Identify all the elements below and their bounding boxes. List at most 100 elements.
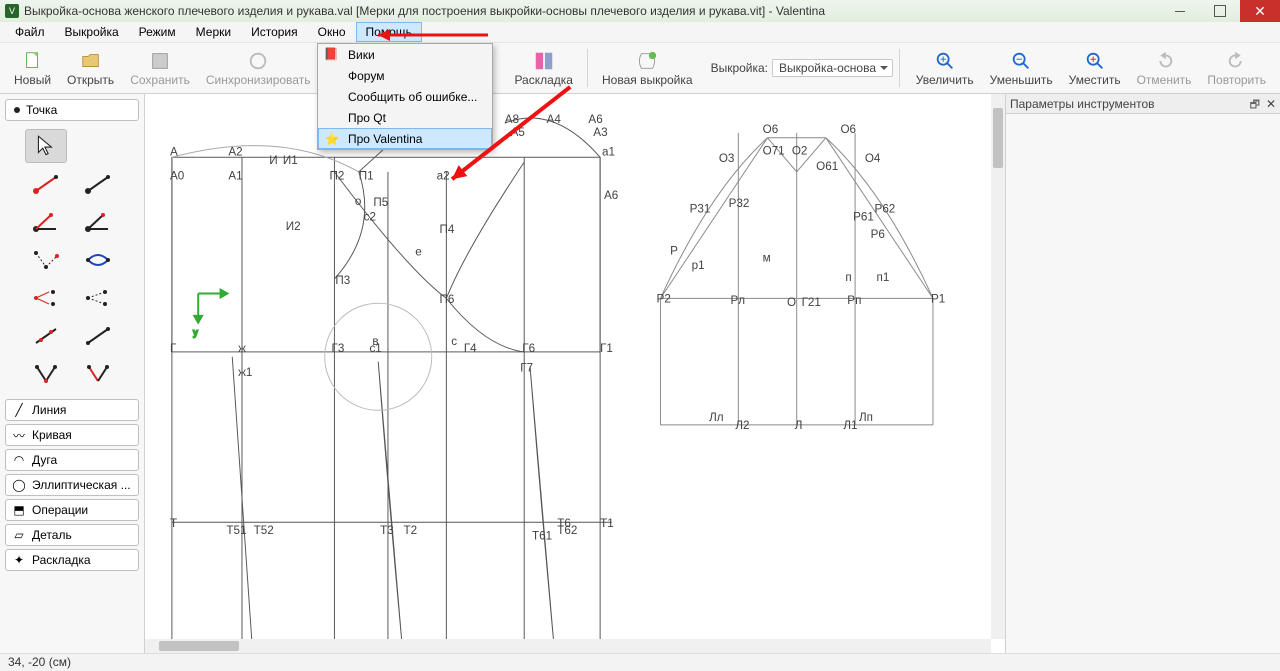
- svg-text:Т61: Т61: [532, 530, 552, 543]
- svg-text:О3: О3: [719, 152, 735, 165]
- svg-text:Г6: Г6: [522, 342, 535, 355]
- maximize-button[interactable]: [1200, 0, 1240, 22]
- svg-text:Г4: Г4: [464, 342, 477, 355]
- tool-angle-black[interactable]: [77, 205, 119, 239]
- menu-window[interactable]: Окно: [308, 22, 356, 42]
- cat-arc[interactable]: ◠Дуга: [5, 449, 139, 471]
- arc-icon: ◠: [12, 453, 26, 467]
- star-icon: ⭐: [324, 131, 340, 147]
- vertical-scrollbar[interactable]: [991, 94, 1005, 639]
- svg-text:О71: О71: [763, 144, 785, 157]
- svg-text:Р32: Р32: [729, 197, 750, 210]
- svg-text:Т51: Т51: [226, 524, 246, 537]
- toolbox-header[interactable]: Точка: [5, 99, 139, 121]
- menu-item-about-qt[interactable]: Про Qt: [318, 107, 492, 128]
- titlebar: V Выкройка-основа женского плечевого изд…: [0, 0, 1280, 22]
- svg-text:Г: Г: [170, 342, 177, 355]
- app-icon: V: [5, 4, 19, 18]
- tool-v-shape[interactable]: [25, 357, 67, 391]
- tool-line-black[interactable]: [77, 167, 119, 201]
- ellipse-icon: ◯: [12, 478, 26, 492]
- tool-shape-blue[interactable]: [77, 243, 119, 277]
- svg-text:Р: Р: [670, 245, 678, 258]
- svg-text:Т2: Т2: [404, 524, 418, 537]
- svg-text:Р6: Р6: [871, 228, 885, 241]
- cat-operations[interactable]: ⬒Операции: [5, 499, 139, 521]
- canvas-area[interactable]: y: [145, 94, 1005, 653]
- svg-text:Г1: Г1: [600, 342, 613, 355]
- svg-text:П1: П1: [359, 170, 374, 183]
- menu-file[interactable]: Файл: [5, 22, 55, 42]
- svg-text:А8: А8: [505, 113, 519, 126]
- svg-text:е: е: [415, 246, 421, 259]
- svg-text:y: y: [193, 327, 198, 337]
- cat-detail[interactable]: ▱Деталь: [5, 524, 139, 546]
- zoom-fit-button[interactable]: Уместить: [1061, 49, 1129, 88]
- menu-help[interactable]: Помощь: [356, 22, 422, 42]
- cat-elliptical[interactable]: ◯Эллиптическая ...: [5, 474, 139, 496]
- curve-icon: 〰: [12, 428, 26, 442]
- help-dropdown: 📕Вики Форум Сообщить об ошибке... Про Qt…: [317, 43, 493, 150]
- svg-text:ж1: ж1: [238, 366, 252, 379]
- pattern-label: Выкройка:: [711, 61, 768, 75]
- zoom-in-button[interactable]: Увеличить: [908, 49, 982, 88]
- menu-history[interactable]: История: [241, 22, 308, 42]
- layout-button[interactable]: Раскладка: [506, 49, 581, 88]
- menu-measurements[interactable]: Мерки: [186, 22, 241, 42]
- svg-text:Лл: Лл: [709, 411, 723, 424]
- svg-text:А3: А3: [593, 126, 607, 139]
- svg-text:п: п: [845, 271, 851, 284]
- svg-text:с2: с2: [364, 211, 376, 224]
- horizontal-scrollbar[interactable]: [145, 639, 991, 653]
- menu-pattern[interactable]: Выкройка: [55, 22, 129, 42]
- params-panel: Параметры инструментов🗗 ✕: [1005, 94, 1280, 653]
- tool-pointer[interactable]: [25, 129, 67, 163]
- sync-button[interactable]: Синхронизировать: [198, 49, 319, 88]
- tool-diag-black[interactable]: [77, 319, 119, 353]
- svg-text:Т52: Т52: [254, 524, 274, 537]
- svg-text:Т1: Т1: [600, 517, 614, 530]
- menu-item-forum[interactable]: Форум: [318, 65, 492, 86]
- undo-button[interactable]: Отменить: [1129, 49, 1200, 88]
- pattern-combo[interactable]: Выкройка-основа: [772, 59, 893, 77]
- tool-branch-red[interactable]: [25, 281, 67, 315]
- svg-text:П2: П2: [330, 170, 345, 183]
- svg-text:А1: А1: [228, 170, 242, 183]
- svg-text:П5: П5: [373, 196, 388, 209]
- tool-angle-red[interactable]: [25, 205, 67, 239]
- svg-text:Л: Л: [795, 419, 803, 432]
- close-button[interactable]: ✕: [1240, 0, 1280, 22]
- menu-mode[interactable]: Режим: [129, 22, 186, 42]
- cat-curve[interactable]: 〰Кривая: [5, 424, 139, 446]
- tool-diag-dots[interactable]: [25, 319, 67, 353]
- tool-poly-dash[interactable]: [25, 243, 67, 277]
- main-toolbar: Новый Открыть Сохранить Синхронизировать…: [0, 43, 1280, 94]
- window-title: Выкройка-основа женского плечевого издел…: [24, 4, 1160, 18]
- svg-text:П3: П3: [335, 274, 350, 287]
- tool-branch-dash[interactable]: [77, 281, 119, 315]
- tool-line-red[interactable]: [25, 167, 67, 201]
- cat-line[interactable]: ╱Линия: [5, 399, 139, 421]
- line-icon: ╱: [12, 403, 26, 417]
- svg-text:П4: П4: [440, 223, 455, 236]
- pin-icon[interactable]: 🗗: [1250, 96, 1260, 115]
- svg-text:А0: А0: [170, 170, 185, 183]
- open-button[interactable]: Открыть: [59, 49, 122, 88]
- menu-item-about-valentina[interactable]: ⭐Про Valentina: [318, 128, 492, 149]
- new-pattern-button[interactable]: Новая выкройка: [594, 49, 701, 88]
- svg-text:о: о: [355, 195, 361, 208]
- svg-text:ж: ж: [238, 342, 246, 355]
- pattern-selector: Выкройка: Выкройка-основа: [711, 59, 893, 77]
- svg-text:А2: А2: [228, 145, 242, 158]
- tool-v-red[interactable]: [77, 357, 119, 391]
- save-button[interactable]: Сохранить: [122, 49, 198, 88]
- minimize-button[interactable]: [1160, 0, 1200, 22]
- new-button[interactable]: Новый: [6, 49, 59, 88]
- cat-layout[interactable]: ✦Раскладка: [5, 549, 139, 571]
- menu-item-wiki[interactable]: 📕Вики: [318, 44, 492, 65]
- svg-text:Р2: Р2: [657, 292, 671, 305]
- redo-button[interactable]: Повторить: [1199, 49, 1274, 88]
- zoom-out-button[interactable]: Уменьшить: [982, 49, 1061, 88]
- svg-text:Р1: Р1: [931, 292, 945, 305]
- menu-item-report-bug[interactable]: Сообщить об ошибке...: [318, 86, 492, 107]
